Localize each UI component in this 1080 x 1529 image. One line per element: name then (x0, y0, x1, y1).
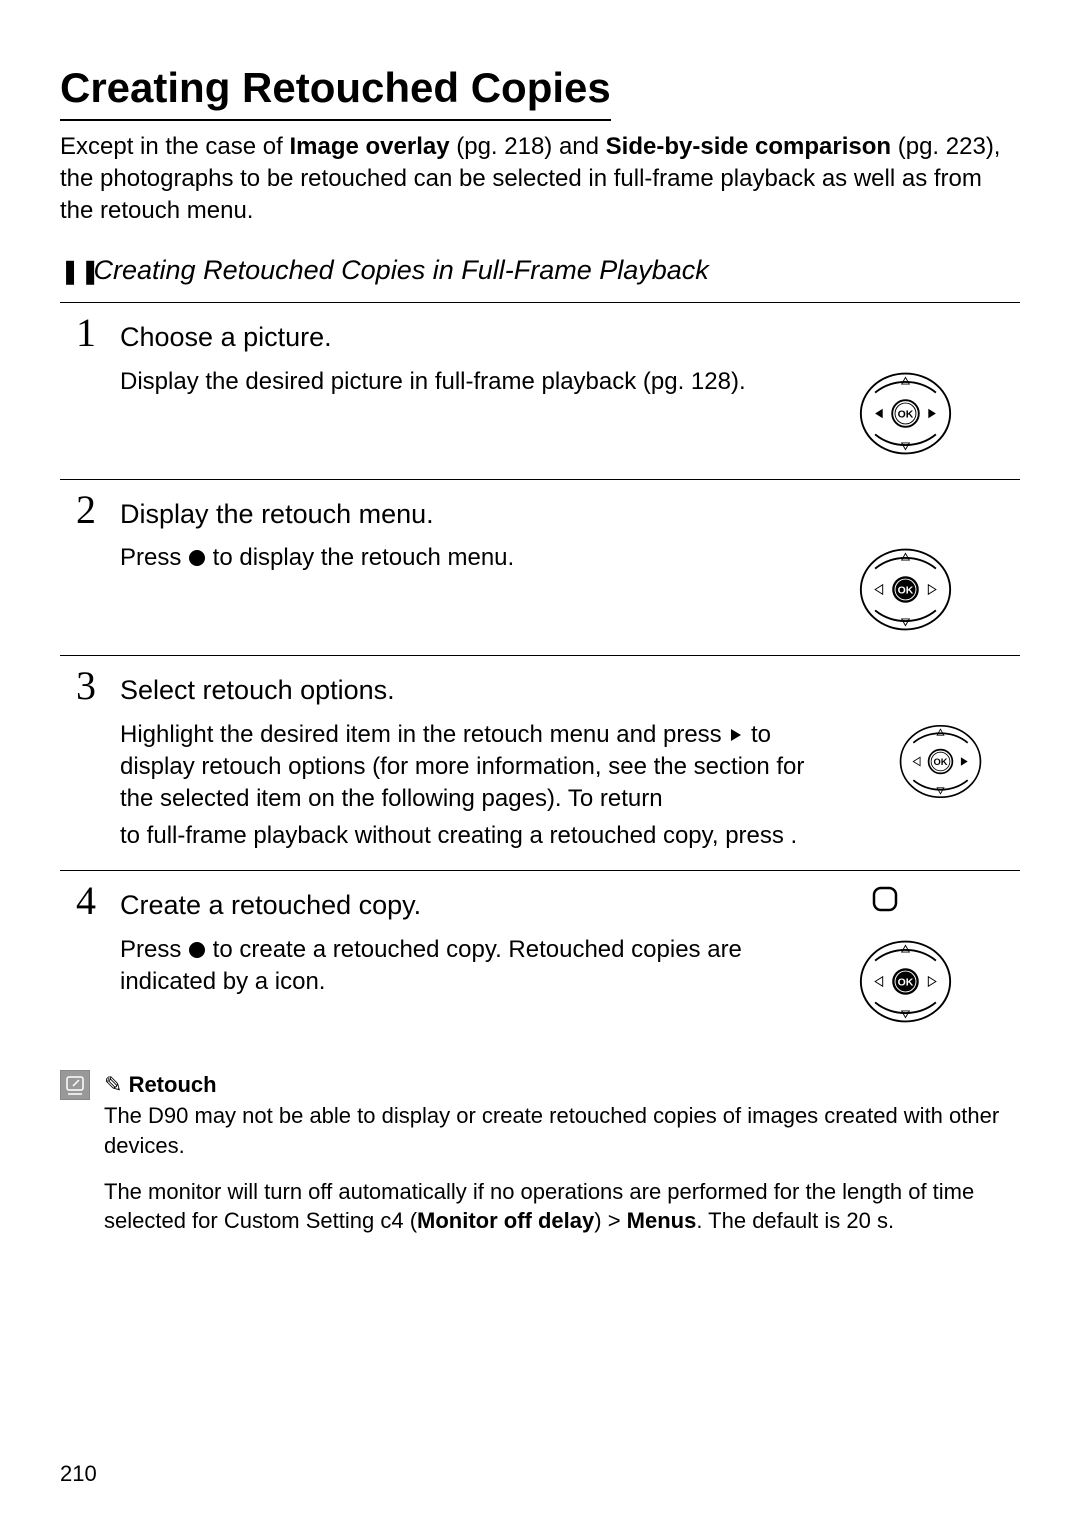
multiselector-icon: OK (790, 934, 1020, 1029)
step-3-number: 3 (60, 666, 100, 706)
svg-text:OK: OK (897, 585, 913, 596)
step-2-text: Press to display the retouch menu. (120, 542, 770, 574)
intro-bold-2: Side-by-side comparison (606, 133, 891, 160)
step-2-number: 2 (60, 490, 100, 530)
step-4-title: Create a retouched copy. (120, 887, 421, 923)
intro-pre: Except in the case of (60, 133, 289, 160)
ok-button-inline-icon (188, 549, 206, 567)
step-1-number: 1 (60, 313, 100, 353)
rounded-square-icon (870, 884, 900, 914)
svg-text:OK: OK (933, 757, 947, 767)
note-para2-b1: Monitor off delay (417, 1208, 594, 1233)
note-para2-b2: Menus (627, 1208, 697, 1233)
step-2-text-post: to display the retouch menu. (206, 544, 514, 571)
step-3-text-pre: Highlight the desired item in the retouc… (120, 721, 728, 748)
multiselector-icon: OK (790, 366, 1020, 461)
note-para2-mid: ) > (594, 1208, 626, 1233)
step-1-title: Choose a picture. (120, 319, 332, 355)
note-title-text: Retouch (129, 1072, 217, 1097)
intro-paragraph: Except in the case of Image overlay (pg.… (60, 131, 1020, 228)
step-4: 4 Create a retouched copy. Press to crea… (60, 870, 1020, 1046)
note-para-2: The monitor will turn off automatically … (104, 1177, 1020, 1236)
page-title: Creating Retouched Copies (60, 60, 611, 121)
step-2-text-pre: Press (120, 544, 188, 571)
note-box: ✎ Retouch The D90 may not be able to dis… (60, 1070, 1020, 1236)
step-2: 2 Display the retouch menu. Press to dis… (60, 479, 1020, 656)
svg-text:OK: OK (897, 977, 913, 988)
step-3: 3 Select retouch options. Highlight the … (60, 655, 1020, 871)
ok-button-inline-icon (188, 941, 206, 959)
block-bars-icon: ❚❚ (60, 256, 86, 288)
step-2-title: Display the retouch menu. (120, 496, 434, 532)
step-4-text-post: to create a retouched copy. Retouched co… (120, 936, 742, 995)
step-1: 1 Choose a picture. Display the desired … (60, 302, 1020, 479)
intro-mid1: (pg. 218) and (450, 133, 606, 160)
step-4-number: 4 (60, 881, 100, 921)
retouch-tab-icon (60, 1070, 90, 1100)
step-3-title: Select retouch options. (120, 672, 395, 708)
intro-bold-1: Image overlay (289, 133, 449, 160)
step-1-text: Display the desired picture in full-fram… (120, 366, 770, 398)
note-para2-post: . The default is 20 s. (696, 1208, 894, 1233)
section-subheading-text: Creating Retouched Copies in Full-Frame … (94, 255, 709, 285)
multiselector-icon: OK (860, 719, 1020, 804)
step-3-text: Highlight the desired item in the retouc… (120, 719, 840, 816)
pencil-icon: ✎ (104, 1072, 122, 1097)
multiselector-icon: OK (790, 542, 1020, 637)
section-subheading: ❚❚ Creating Retouched Copies in Full-Fra… (60, 252, 1020, 288)
step-4-text-pre: Press (120, 936, 188, 963)
step-4-text: Press to create a retouched copy. Retouc… (120, 934, 770, 999)
note-para-1: The D90 may not be able to display or cr… (104, 1101, 1020, 1160)
page-number: 210 (60, 1459, 97, 1489)
right-arrow-inline-icon (728, 727, 744, 743)
note-title: ✎ Retouch (104, 1070, 1020, 1100)
step-3-text-continued: to full-frame playback without creating … (60, 820, 1020, 852)
svg-text:OK: OK (897, 409, 913, 420)
